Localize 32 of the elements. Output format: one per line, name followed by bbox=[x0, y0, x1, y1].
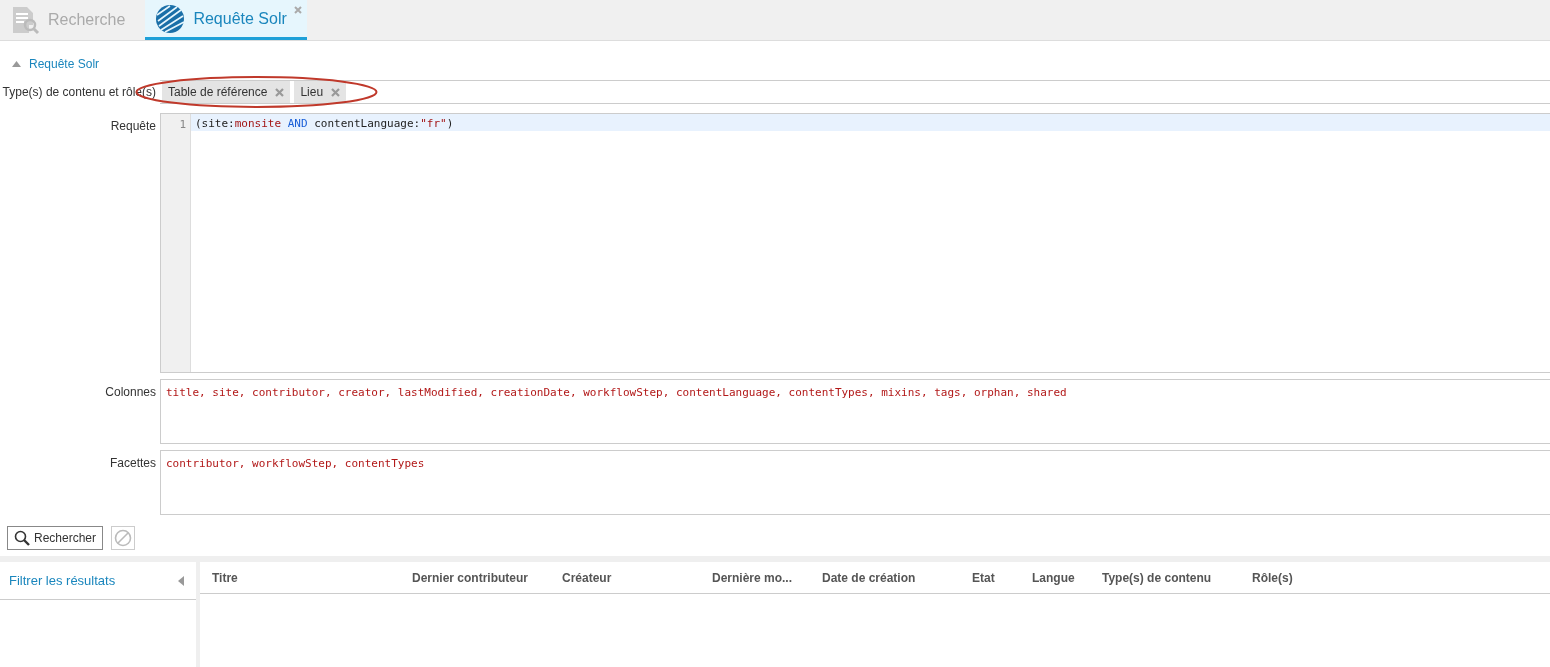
section-title[interactable]: Requête Solr bbox=[29, 55, 100, 73]
panel-title[interactable]: Filtrer les résultats bbox=[9, 570, 116, 591]
close-icon[interactable] bbox=[293, 6, 302, 14]
column-header[interactable]: Rôle(s) bbox=[1252, 568, 1352, 587]
tag-label: Lieu bbox=[300, 84, 324, 101]
collapse-icon[interactable] bbox=[12, 61, 21, 67]
column-header[interactable]: Date de création bbox=[822, 568, 972, 587]
collapse-left-icon[interactable] bbox=[178, 575, 184, 586]
field-label: Facettes bbox=[108, 455, 157, 472]
line-number: 1 bbox=[178, 117, 186, 133]
column-header[interactable]: Créateur bbox=[562, 568, 712, 587]
document-search-icon bbox=[10, 5, 40, 35]
tab[interactable]: Requête Solr bbox=[145, 0, 307, 40]
code-editor[interactable]: 1 (site:monsite AND contentLanguage:"fr") bbox=[160, 113, 1550, 373]
search-button[interactable]: Rechercher bbox=[7, 526, 104, 550]
tag-label: Table de référence bbox=[168, 84, 268, 101]
remove-icon[interactable] bbox=[331, 87, 341, 97]
column-header[interactable]: Langue bbox=[1032, 568, 1102, 587]
text-area[interactable]: contributor, workflowStep, contentTypes bbox=[160, 450, 1550, 515]
column-header[interactable]: Dernier contributeur bbox=[412, 568, 562, 587]
field-label: Requête bbox=[109, 118, 157, 135]
prohibited-icon bbox=[114, 529, 133, 547]
column-header[interactable]: Dernière mo... bbox=[712, 568, 822, 587]
sunburst-logo-icon bbox=[155, 3, 186, 34]
text-area[interactable]: title, site, contributor, creator, lastModified, creationDate, workflowStep, contentLanguage, contentTypes, mixins, tags, orphan, shared bbox=[160, 379, 1550, 444]
remove-icon[interactable] bbox=[275, 87, 285, 97]
tag-input-field[interactable]: Table de référence Lieu bbox=[160, 80, 1550, 104]
search-icon bbox=[14, 530, 30, 546]
column-header[interactable]: Titre bbox=[212, 568, 412, 587]
field-label: Colonnes bbox=[104, 384, 157, 401]
column-header[interactable]: Type(s) de contenu bbox=[1102, 568, 1252, 587]
column-header[interactable]: Etat bbox=[972, 568, 1032, 587]
